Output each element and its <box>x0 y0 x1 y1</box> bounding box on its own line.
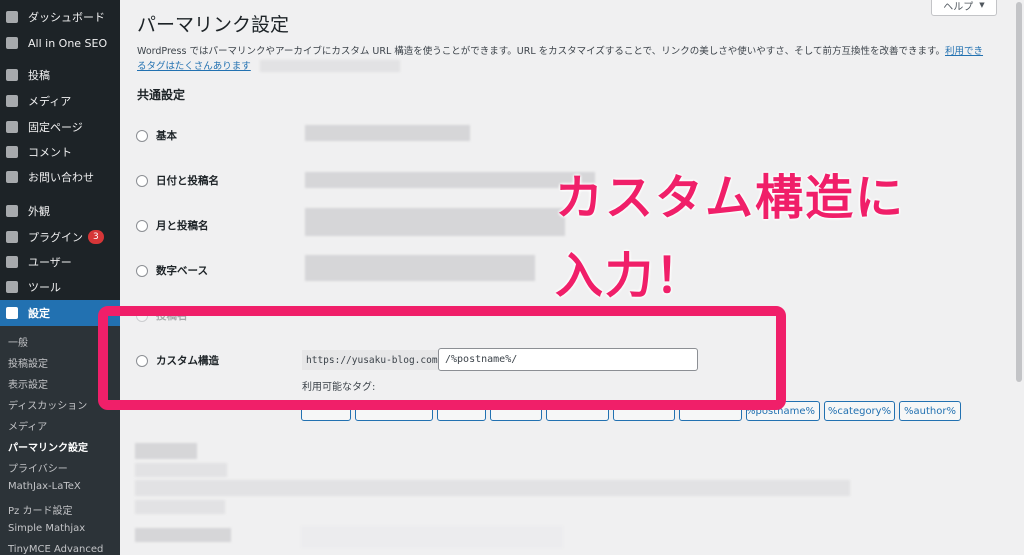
blurred-example <box>305 208 565 236</box>
tags-doc-link-cont[interactable]: るタグはたくさんあります <box>137 61 251 72</box>
blurred-text <box>135 528 231 542</box>
submenu-discussion[interactable]: ディスカッション <box>8 397 87 412</box>
sidebar-item-contact[interactable]: お問い合わせ <box>0 164 120 190</box>
submenu-writing[interactable]: 投稿設定 <box>8 355 48 370</box>
settings-icon <box>6 307 18 319</box>
user-icon <box>6 256 18 268</box>
update-count-badge: 3 <box>88 230 104 244</box>
blurred-example <box>305 125 470 141</box>
blurred-text <box>135 480 850 496</box>
tag-author[interactable]: %author% <box>899 401 961 421</box>
help-button[interactable]: ヘルプ ▼ <box>931 0 997 16</box>
radio-button[interactable] <box>136 219 148 232</box>
section-title: 共通設定 <box>137 88 186 102</box>
annotation-line-2: 入力！ <box>555 248 706 304</box>
radio-button[interactable] <box>136 174 148 187</box>
option-plain[interactable]: 基本 <box>136 128 177 143</box>
submenu-reading[interactable]: 表示設定 <box>8 376 48 391</box>
submenu-privacy[interactable]: プライバシー <box>8 460 68 475</box>
sidebar-item-plugins[interactable]: プラグイン 3 <box>0 224 120 250</box>
brush-icon <box>6 205 18 217</box>
submenu-simple-mathjax[interactable]: Simple Mathjax <box>8 523 85 534</box>
page-icon <box>6 121 18 133</box>
blurred-text <box>135 500 225 514</box>
blurred-text <box>135 463 227 477</box>
blurred-text <box>135 443 197 459</box>
media-icon <box>6 95 18 107</box>
sidebar-item-comments[interactable]: コメント <box>0 139 120 165</box>
admin-sidebar: ダッシュボード All in One SEO 投稿 メディア 固定ページ コメン… <box>0 0 120 555</box>
submenu-media[interactable]: メディア <box>8 418 47 433</box>
submenu-pz-card[interactable]: Pz カード設定 <box>8 502 72 517</box>
submenu-mathjax-latex[interactable]: MathJax-LaTeX <box>8 481 81 492</box>
submenu-tinymce[interactable]: TinyMCE Advanced <box>8 544 103 555</box>
sidebar-item-posts[interactable]: 投稿 <box>0 62 120 88</box>
mail-icon <box>6 171 18 183</box>
annotation-line-1: カスタム構造に <box>555 170 906 226</box>
option-month-name[interactable]: 月と投稿名 <box>136 218 209 233</box>
sidebar-item-aioseo[interactable]: All in One SEO <box>0 30 120 56</box>
tag-category[interactable]: %category% <box>824 401 895 421</box>
sidebar-item-tools[interactable]: ツール <box>0 274 120 300</box>
page-title: パーマリンク設定 <box>137 14 290 36</box>
submenu-permalink[interactable]: パーマリンク設定 <box>8 439 88 454</box>
option-numeric[interactable]: 数字ベース <box>136 263 208 278</box>
tags-doc-link[interactable]: 利用でき <box>945 46 983 57</box>
dashboard-icon <box>6 11 18 23</box>
submenu-general[interactable]: 一般 <box>8 334 28 349</box>
blurred-example <box>305 255 535 281</box>
blurred-input <box>301 526 563 548</box>
plugin-icon <box>6 231 18 243</box>
sidebar-item-users[interactable]: ユーザー <box>0 249 120 275</box>
sidebar-item-pages[interactable]: 固定ページ <box>0 114 120 140</box>
sidebar-item-media[interactable]: メディア <box>0 88 120 114</box>
sidebar-item-dashboard[interactable]: ダッシュボード <box>0 4 120 30</box>
comment-icon <box>6 146 18 158</box>
wrench-icon <box>6 281 18 293</box>
chevron-down-icon: ▼ <box>979 1 985 9</box>
scrollbar-thumb[interactable] <box>1016 2 1022 382</box>
blurred-example <box>305 172 595 188</box>
radio-button[interactable] <box>136 264 148 277</box>
highlight-frame <box>98 306 786 410</box>
gear-icon <box>6 37 18 49</box>
option-day-name[interactable]: 日付と投稿名 <box>136 173 219 188</box>
radio-button[interactable] <box>136 129 148 142</box>
sidebar-item-appearance[interactable]: 外観 <box>0 198 120 224</box>
blurred-text <box>260 60 400 72</box>
scrollbar[interactable] <box>1014 0 1024 555</box>
pin-icon <box>6 69 18 81</box>
